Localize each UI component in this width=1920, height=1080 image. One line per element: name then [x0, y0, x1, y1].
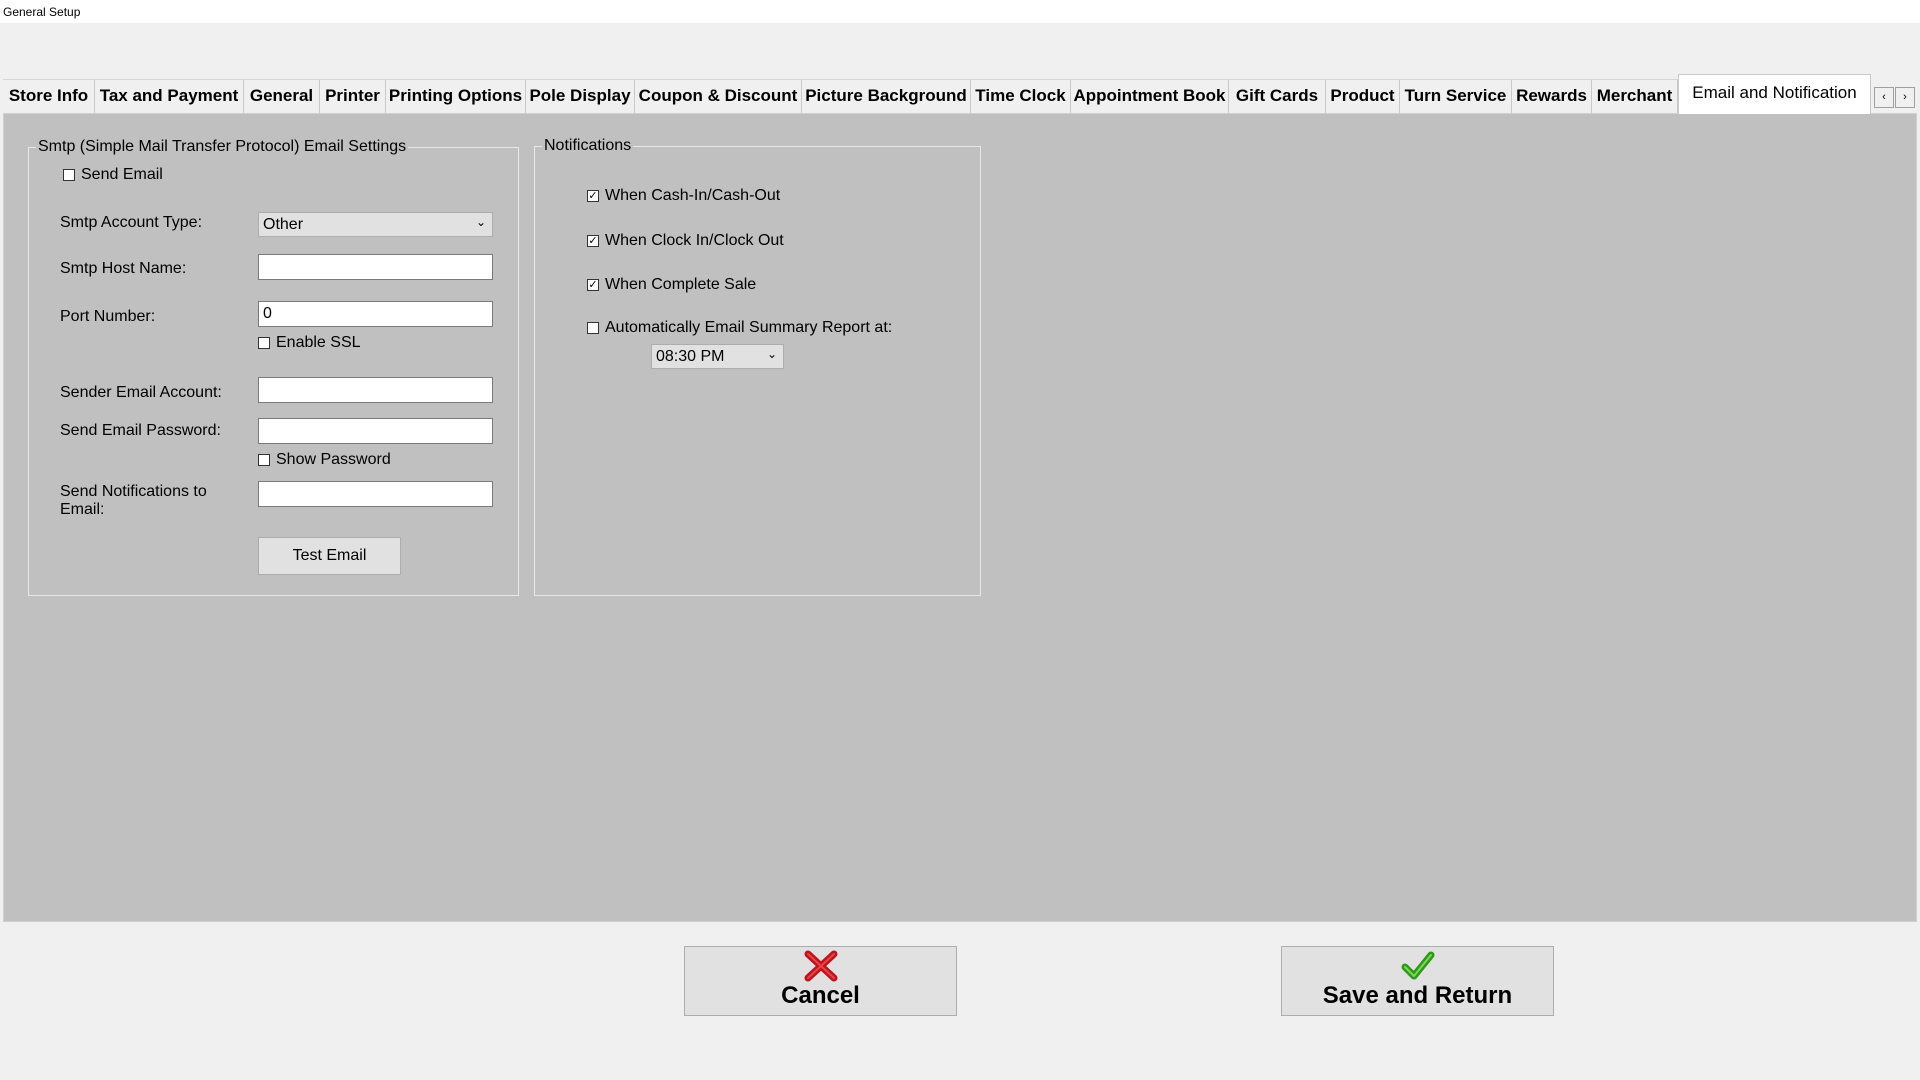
tab-printer[interactable]: Printer	[320, 79, 386, 113]
send-email-label: Send Email	[81, 166, 163, 183]
check-icon: ✓	[587, 190, 599, 202]
tab-scroll-right-button[interactable]: ›	[1895, 87, 1915, 108]
enable-ssl-checkbox[interactable]: Enable SSL	[258, 334, 361, 352]
auto-summary-label: Automatically Email Summary Report at:	[605, 319, 893, 336]
tab-email-and-notification[interactable]: Email and Notification	[1678, 74, 1871, 114]
window-title: General Setup	[3, 5, 81, 19]
sender-email-account-input[interactable]	[258, 377, 493, 403]
notifications-group: Notifications ✓ When Cash-In/Cash-Out ✓ …	[534, 137, 981, 596]
check-icon: ✓	[587, 235, 599, 247]
show-password-checkbox[interactable]: Show Password	[258, 451, 391, 469]
cash-in-out-checkbox[interactable]: ✓ When Cash-In/Cash-Out	[587, 187, 780, 205]
chevron-left-icon: ‹	[1882, 91, 1886, 103]
clock-in-out-checkbox[interactable]: ✓ When Clock In/Clock Out	[587, 232, 784, 250]
tab-appointment-book[interactable]: Appointment Book	[1071, 79, 1229, 113]
complete-sale-label: When Complete Sale	[605, 276, 757, 293]
checkmark-icon	[1401, 951, 1434, 980]
tab-panel-email-notification: Smtp (Simple Mail Transfer Protocol) Ema…	[3, 113, 1917, 922]
chevron-down-icon: ⌄	[766, 347, 777, 361]
tab-strip: Store Info Tax and Payment General Print…	[0, 71, 1920, 114]
smtp-host-name-label: Smtp Host Name:	[60, 260, 187, 277]
check-icon: ✓	[587, 279, 599, 291]
port-number-label: Port Number:	[60, 308, 156, 325]
save-and-return-label: Save and Return	[1322, 982, 1513, 1009]
auto-summary-checkbox-box	[587, 322, 599, 334]
send-email-password-label: Send Email Password:	[60, 422, 221, 439]
tab-merchant[interactable]: Merchant	[1592, 79, 1678, 113]
tab-picture-background[interactable]: Picture Background	[802, 79, 971, 113]
summary-time-value: 08:30 PM	[656, 348, 725, 365]
cancel-button[interactable]: Cancel	[684, 946, 957, 1016]
tab-product[interactable]: Product	[1326, 79, 1400, 113]
test-email-button[interactable]: Test Email	[258, 537, 401, 575]
auto-summary-checkbox[interactable]: Automatically Email Summary Report at:	[587, 319, 892, 337]
smtp-account-type-label: Smtp Account Type:	[60, 214, 203, 231]
show-password-checkbox-box	[258, 454, 270, 466]
tab-gift-cards[interactable]: Gift Cards	[1229, 79, 1326, 113]
tab-store-info[interactable]: Store Info	[3, 79, 95, 113]
enable-ssl-label: Enable SSL	[276, 334, 361, 351]
notify-to-email-label: Send Notifications to Email:	[60, 483, 207, 518]
smtp-account-type-select[interactable]: Other ⌄	[258, 212, 493, 237]
port-number-input[interactable]: 0	[258, 301, 493, 327]
cancel-label: Cancel	[781, 982, 860, 1009]
save-and-return-button[interactable]: Save and Return	[1281, 946, 1554, 1016]
smtp-settings-group: Smtp (Simple Mail Transfer Protocol) Ema…	[28, 138, 519, 596]
summary-time-select[interactable]: 08:30 PM ⌄	[651, 344, 784, 369]
send-email-checkbox-box	[63, 169, 75, 181]
smtp-account-type-value: Other	[263, 216, 304, 233]
enable-ssl-checkbox-box	[258, 337, 270, 349]
tab-tax-and-payment[interactable]: Tax and Payment	[95, 79, 244, 113]
clock-in-out-label: When Clock In/Clock Out	[605, 232, 784, 249]
send-email-checkbox[interactable]: Send Email	[63, 166, 163, 184]
tab-pole-display[interactable]: Pole Display	[526, 79, 635, 113]
notifications-group-title: Notifications	[542, 137, 634, 155]
chevron-right-icon: ›	[1903, 91, 1907, 103]
chevron-down-icon: ⌄	[475, 215, 486, 229]
title-bar: General Setup	[0, 0, 1920, 23]
smtp-host-name-input[interactable]	[258, 254, 493, 280]
notify-to-email-input[interactable]	[258, 481, 493, 507]
tab-general[interactable]: General	[244, 79, 320, 113]
show-password-label: Show Password	[276, 451, 391, 468]
sender-email-account-label: Sender Email Account:	[60, 384, 222, 401]
tab-printing-options[interactable]: Printing Options	[386, 79, 526, 113]
complete-sale-checkbox[interactable]: ✓ When Complete Sale	[587, 276, 756, 294]
cash-in-out-label: When Cash-In/Cash-Out	[605, 187, 781, 204]
tab-turn-service[interactable]: Turn Service	[1400, 79, 1512, 113]
tab-scroll-left-button[interactable]: ‹	[1874, 87, 1894, 108]
smtp-group-title: Smtp (Simple Mail Transfer Protocol) Ema…	[36, 138, 409, 156]
tab-time-clock[interactable]: Time Clock	[971, 79, 1071, 113]
tab-coupon-discount[interactable]: Coupon & Discount	[635, 79, 802, 113]
send-email-password-input[interactable]	[258, 418, 493, 444]
cancel-x-icon	[804, 950, 837, 982]
tab-rewards[interactable]: Rewards	[1512, 79, 1592, 113]
